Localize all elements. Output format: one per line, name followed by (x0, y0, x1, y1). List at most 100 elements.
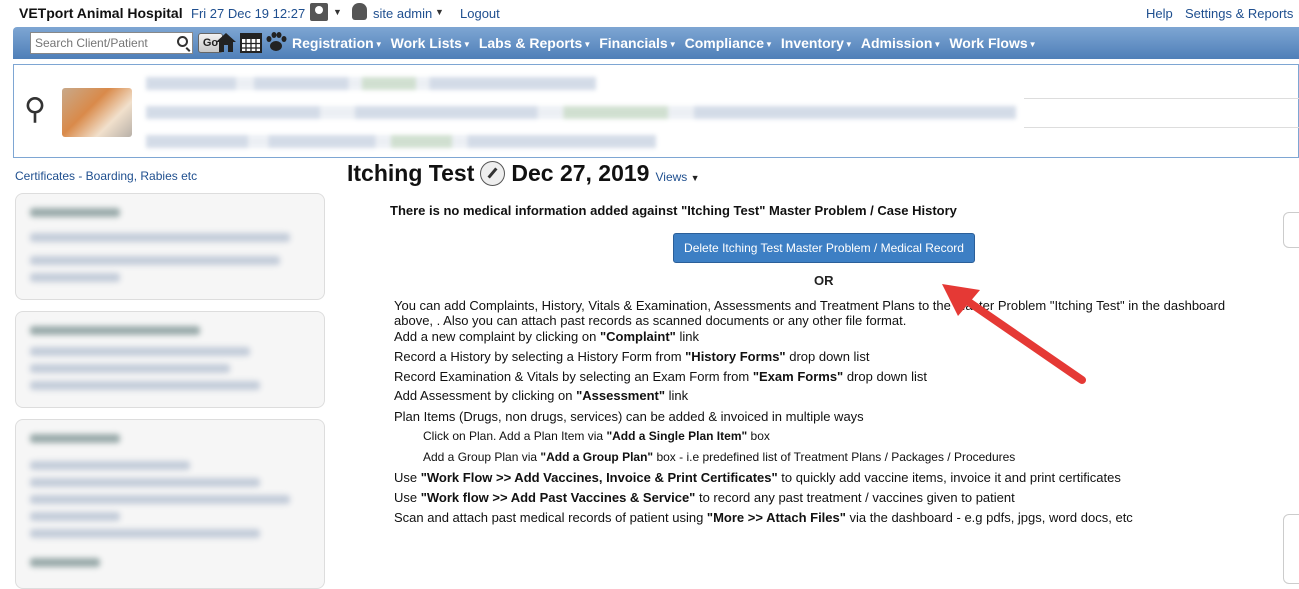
instruction-subline: Click on Plan. Add a Plan Item via "Add … (423, 429, 770, 443)
instruction-text: above, . Also you can attach past record… (394, 313, 907, 328)
instruction-line: Use "Work Flow >> Add Vaccines, Invoice … (394, 470, 1121, 485)
instruction-text: Use (394, 470, 421, 485)
blurred-line (30, 326, 200, 335)
instruction-text: link (665, 388, 689, 403)
menu-label: Registration (292, 35, 374, 51)
chevron-down-icon: ▼ (933, 39, 942, 49)
menu-compliance[interactable]: Compliance▼ (685, 35, 773, 51)
instruction-bold: "Add a Single Plan Item" (606, 429, 748, 443)
instruction-line: Scan and attach past medical records of … (394, 510, 1133, 525)
chevron-down-icon: ▼ (462, 39, 471, 49)
instruction-bold: "Exam Forms" (752, 369, 844, 384)
settings-label: Settings & Reports (1185, 6, 1294, 21)
instruction-text: link (675, 329, 699, 344)
side-toggle[interactable] (1283, 212, 1299, 248)
instruction-text: drop down list (843, 369, 928, 384)
instruction-text: Add Assessment by clicking on (394, 388, 577, 403)
search-input[interactable] (30, 32, 193, 54)
patient-info-blurred (146, 77, 596, 90)
search-icon[interactable] (177, 36, 188, 47)
instruction-line: Record Examination & Vitals by selecting… (394, 369, 927, 384)
instruction-bold: "History Forms" (685, 349, 786, 364)
chevron-down-icon[interactable]: ▼ (435, 7, 444, 17)
home-icon[interactable] (214, 30, 238, 54)
instruction-line: Add Assessment by clicking on "Assessmen… (394, 388, 688, 403)
menu-label: Admission (860, 35, 933, 51)
instruction-text: drop down list (785, 349, 870, 364)
instruction-subline: Add a Group Plan via "Add a Group Plan" … (423, 450, 1015, 464)
page-title: Itching Test Dec 27, 2019 Views ▼ (347, 160, 700, 187)
chevron-down-icon: ▼ (374, 39, 383, 49)
divider (1024, 98, 1299, 99)
menu-label: Work Flows (949, 35, 1028, 51)
instruction-text: box - i.e predefined list of Treatment P… (653, 450, 1016, 464)
certificates-link[interactable]: Certificates - Boarding, Rabies etc (15, 169, 197, 183)
blurred-line (30, 434, 120, 443)
main-menu: Registration▼ Work Lists▼ Labs & Reports… (292, 35, 1045, 51)
instruction-text: Use (394, 490, 421, 505)
menu-inventory[interactable]: Inventory▼ (781, 35, 853, 51)
menu-label: Compliance (684, 35, 764, 51)
instruction-line: Add a new complaint by clicking on "Comp… (394, 329, 699, 344)
user-icon[interactable] (310, 3, 328, 21)
menu-label: Financials (599, 35, 668, 51)
chevron-down-icon: ▼ (690, 172, 700, 183)
menu-registration[interactable]: Registration▼ (292, 35, 383, 51)
pet-photo[interactable] (62, 88, 132, 137)
views-label: Views (655, 169, 688, 184)
instruction-text: Plan Items (Drugs, non drugs, services) … (394, 409, 864, 424)
instruction-bold: "Add a Group Plan" (540, 450, 654, 464)
instruction-line: Record a History by selecting a History … (394, 349, 869, 364)
edit-icon[interactable] (480, 161, 506, 186)
patient-header: ⚲ (13, 64, 1299, 158)
instruction-text: You can add Complaints, History, Vitals … (394, 298, 1226, 313)
side-toggle[interactable] (1283, 514, 1299, 584)
blurred-line (30, 558, 100, 567)
help-link[interactable]: Help (1146, 6, 1173, 21)
logout-link[interactable]: Logout (460, 6, 500, 21)
panel-body-blurred (16, 434, 324, 567)
menu-financials[interactable]: Financials▼ (599, 35, 676, 51)
site-admin-menu[interactable]: site admin (373, 6, 432, 21)
instruction-line: Plan Items (Drugs, non drugs, services) … (394, 409, 864, 424)
settings-reports-menu[interactable]: Settings & Reports ▼ (1185, 6, 1299, 21)
blurred-line (30, 512, 120, 521)
site-icon[interactable] (352, 3, 367, 20)
blurred-line (30, 273, 120, 282)
instruction-line: You can add Complaints, History, Vitals … (394, 298, 1225, 313)
delete-master-problem-button[interactable]: Delete Itching Test Master Problem / Med… (673, 233, 975, 263)
chevron-down-icon: ▼ (844, 39, 853, 49)
calendar-icon[interactable] (239, 30, 263, 54)
instruction-text: Scan and attach past medical records of … (394, 510, 707, 525)
paw-icon[interactable] (264, 30, 288, 54)
instruction-line: Use "Work flow >> Add Past Vaccines & Se… (394, 490, 1015, 505)
menu-work-lists[interactable]: Work Lists▼ (391, 35, 471, 51)
chevron-down-icon: ▼ (583, 39, 592, 49)
blurred-line (30, 478, 260, 487)
instruction-bold: "Work Flow >> Add Vaccines, Invoice & Pr… (420, 470, 778, 485)
blurred-line (30, 233, 290, 242)
date-time: Fri 27 Dec 19 12:27 (191, 6, 306, 21)
instruction-text: to record any past treatment / vaccines … (695, 490, 1015, 505)
instruction-bold: "Assessment" (576, 388, 666, 403)
menu-admission[interactable]: Admission▼ (861, 35, 942, 51)
instruction-bold: "Work flow >> Add Past Vaccines & Servic… (420, 490, 696, 505)
menu-label: Work Lists (390, 35, 462, 51)
instruction-text: Click on Plan. Add a Plan Item via (423, 429, 607, 443)
annotation-arrow-icon (942, 284, 1086, 384)
chevron-down-icon: ▼ (764, 39, 773, 49)
gender-icon: ⚲ (24, 93, 46, 126)
blurred-line (30, 347, 250, 356)
instruction-text: via the dashboard - e.g pdfs, jpgs, word… (845, 510, 1133, 525)
blurred-line (30, 364, 230, 373)
patient-details-blurred (146, 106, 1016, 119)
menu-labs-reports[interactable]: Labs & Reports▼ (479, 35, 591, 51)
menu-work-flows[interactable]: Work Flows▼ (949, 35, 1036, 51)
app-title: VETport Animal Hospital (19, 5, 183, 21)
instruction-line: above, . Also you can attach past record… (394, 313, 906, 328)
instruction-text: Add a Group Plan via (423, 450, 541, 464)
menu-label: Labs & Reports (478, 35, 583, 51)
instruction-bold: "Complaint" (599, 329, 676, 344)
chevron-down-icon[interactable]: ▼ (333, 7, 342, 17)
views-dropdown[interactable]: Views ▼ (655, 170, 699, 184)
